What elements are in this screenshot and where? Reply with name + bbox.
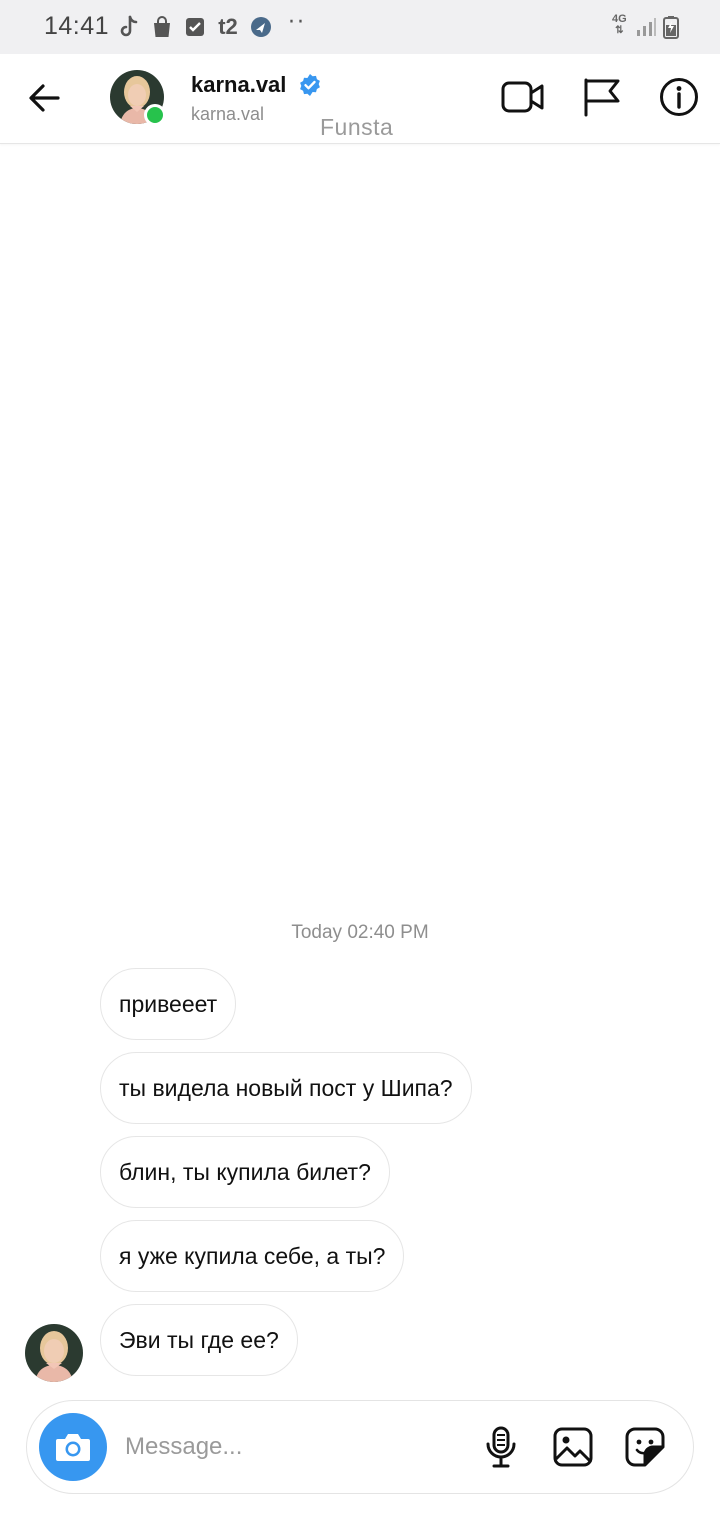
- chat-timestamp: Today 02:40 PM: [291, 922, 429, 943]
- flag-icon: [584, 78, 620, 117]
- profile-name-row[interactable]: karna.val: [191, 72, 322, 98]
- sender-avatar[interactable]: [25, 1324, 83, 1382]
- message-input[interactable]: [125, 1427, 455, 1467]
- gallery-icon: [553, 1427, 593, 1467]
- microphone-button[interactable]: [479, 1425, 523, 1469]
- profile-username: karna.val: [191, 104, 265, 124]
- battery-icon: [662, 14, 680, 40]
- t2-label: t2: [218, 14, 238, 39]
- info-icon: [660, 78, 698, 116]
- online-indicator: [144, 104, 166, 126]
- flag-button[interactable]: [578, 74, 624, 120]
- sticker-button[interactable]: [623, 1425, 667, 1469]
- info-button[interactable]: [656, 74, 702, 120]
- navigation-icon: [250, 14, 272, 40]
- signal-icon: [634, 14, 658, 40]
- more-notifications: ··: [288, 10, 306, 35]
- camera-icon: [56, 1434, 90, 1461]
- checkbox-icon: [184, 14, 206, 40]
- back-button[interactable]: [26, 80, 62, 116]
- microphone-icon: [486, 1426, 516, 1468]
- account-label: Funsta: [320, 114, 394, 140]
- gallery-button[interactable]: [551, 1425, 595, 1469]
- chat-header: karna.val karna.val Funsta: [0, 54, 720, 144]
- t2-icon: t2: [214, 14, 242, 40]
- shopping-bag-icon: [150, 14, 174, 40]
- verified-badge-icon: [300, 74, 321, 96]
- sticker-icon: [625, 1427, 665, 1467]
- profile-avatar[interactable]: [110, 70, 166, 126]
- message-bubble[interactable]: блин, ты купила билет?: [100, 1136, 390, 1208]
- status-bar: 14:41 t2 ·· 4G ⇅: [0, 0, 720, 54]
- video-call-button[interactable]: [500, 74, 546, 120]
- status-time: 14:41: [44, 12, 110, 40]
- video-call-icon: [501, 81, 544, 113]
- message-bubble[interactable]: Эви ты где ее?: [100, 1304, 298, 1376]
- message-composer: [26, 1400, 694, 1494]
- arrow-left-icon: [29, 84, 60, 112]
- message-bubble[interactable]: я уже купила себе, а ты?: [100, 1220, 405, 1292]
- message-bubble[interactable]: ты видела новый пост у Шипа?: [100, 1052, 472, 1124]
- profile-name: karna.val: [191, 72, 287, 97]
- camera-button[interactable]: [39, 1413, 107, 1481]
- message-bubble[interactable]: привееет: [100, 968, 237, 1040]
- sender-avatar-image: [25, 1324, 83, 1382]
- network-type: 4G ⇅: [612, 13, 627, 37]
- tiktok-icon: [118, 14, 140, 40]
